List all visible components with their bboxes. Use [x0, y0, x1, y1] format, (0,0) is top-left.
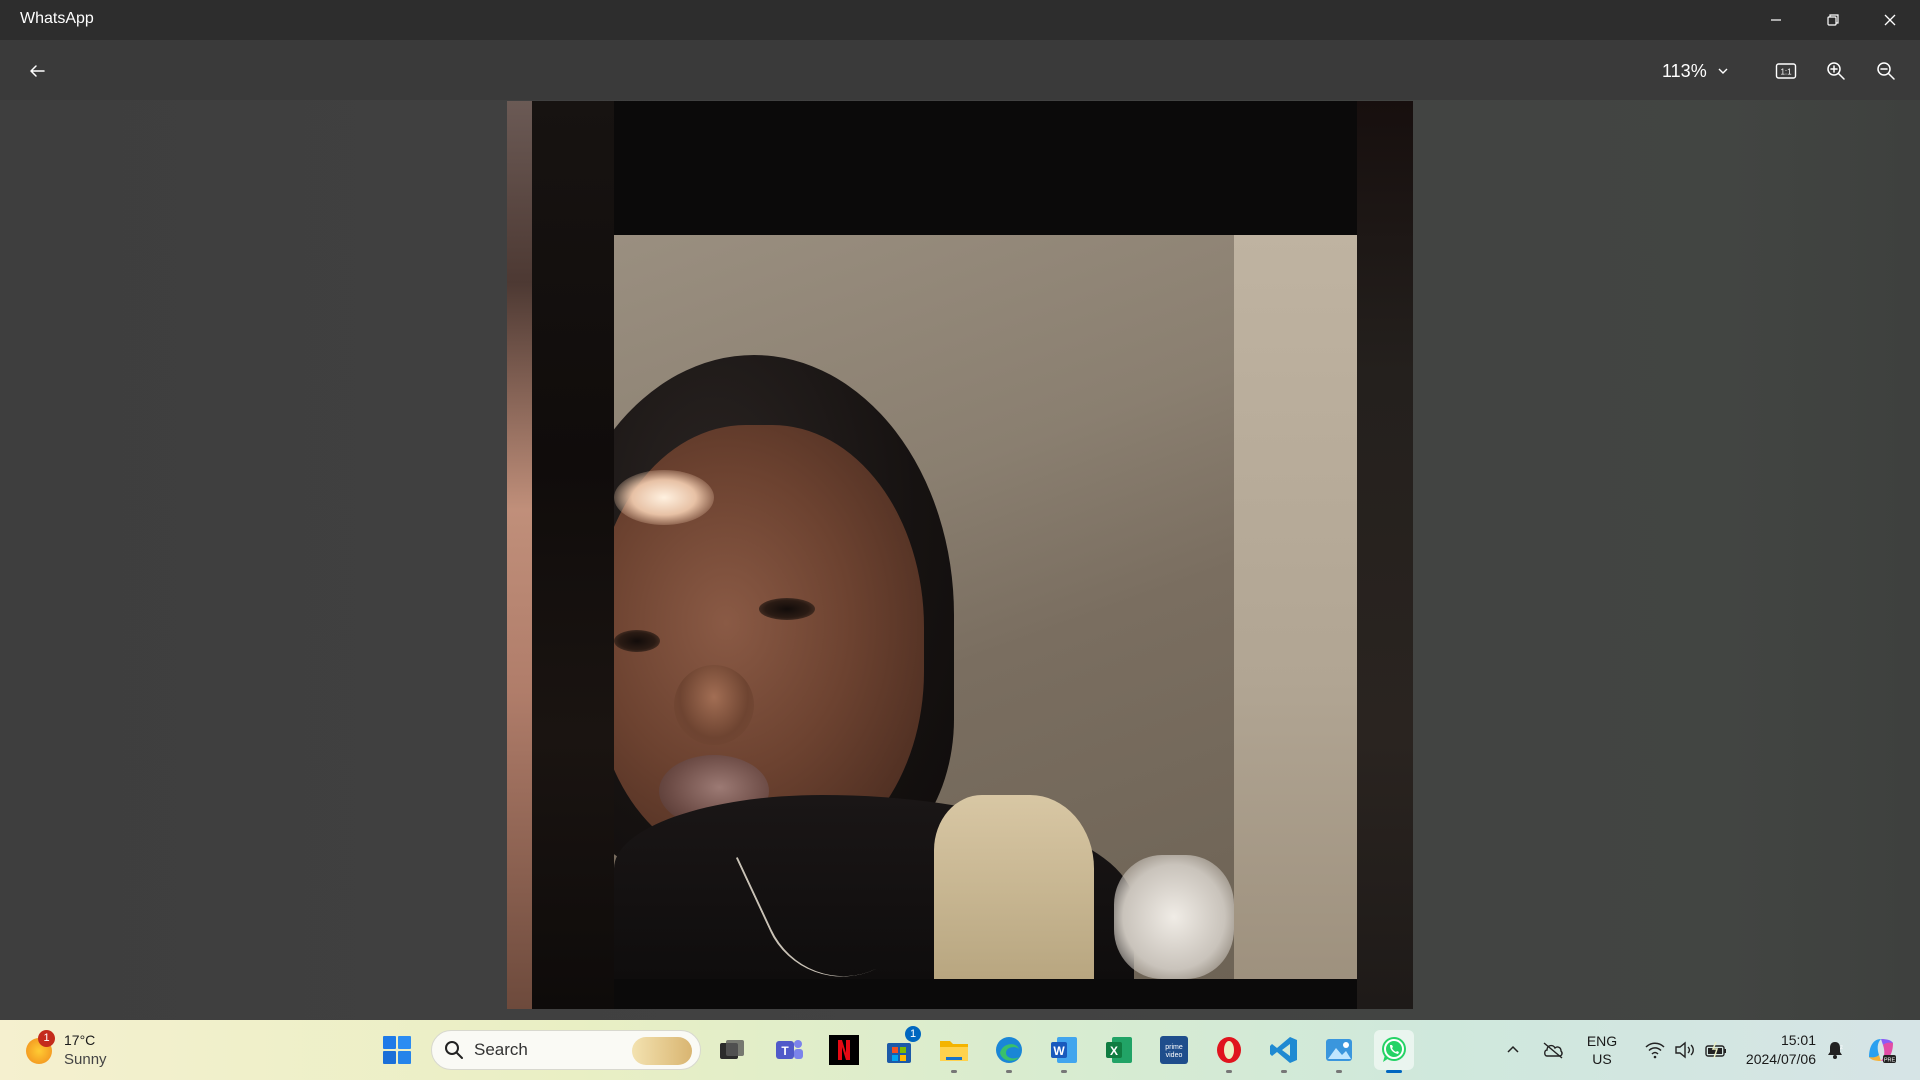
- start-button[interactable]: [377, 1030, 417, 1070]
- actual-size-icon: 1:1: [1775, 63, 1797, 79]
- photo-eye-right: [759, 598, 815, 620]
- selfie-image: [614, 235, 1357, 979]
- taskbar-excel[interactable]: X: [1099, 1030, 1139, 1070]
- photo-light-glare: [614, 470, 714, 525]
- excel-icon: X: [1106, 1037, 1132, 1063]
- keyboard-region: US: [1592, 1051, 1612, 1067]
- clock-date: 2024/07/06: [1745, 1051, 1816, 1067]
- wifi-icon: [1645, 1042, 1665, 1059]
- taskbar-opera[interactable]: [1209, 1030, 1249, 1073]
- weather-temperature: 17°C: [64, 1032, 96, 1048]
- clock-time: 15:01: [1780, 1032, 1816, 1048]
- svg-text:W: W: [1053, 1044, 1065, 1058]
- zoom-in-button[interactable]: [1818, 54, 1854, 88]
- whatsapp-icon: [1382, 1037, 1406, 1062]
- quick-settings[interactable]: [1636, 1030, 1736, 1070]
- zoom-level: 113%: [1662, 60, 1707, 81]
- taskbar-whatsapp[interactable]: [1374, 1030, 1414, 1073]
- svg-text:prime: prime: [1165, 1044, 1183, 1051]
- copilot-icon: PRE: [1869, 1039, 1896, 1063]
- weather-widget[interactable]: 1 17°C Sunny: [26, 1028, 126, 1072]
- taskbar-edge[interactable]: [989, 1030, 1029, 1073]
- taskbar-word[interactable]: W: [1044, 1030, 1084, 1073]
- actual-size-button[interactable]: 1:1: [1768, 54, 1804, 88]
- viewer-toolbar: 113% 1:1: [0, 40, 1920, 100]
- photo-eye-left: [614, 630, 660, 652]
- folder-icon: [940, 1041, 968, 1061]
- word-icon: W: [1051, 1037, 1077, 1063]
- window-title: WhatsApp: [20, 10, 94, 27]
- teams-icon: T: [776, 1040, 803, 1059]
- vscode-icon: [1270, 1037, 1297, 1063]
- restore-icon: [1827, 14, 1839, 26]
- minimize-button[interactable]: [1748, 0, 1804, 40]
- language-indicator[interactable]: ENG US: [1580, 1030, 1624, 1070]
- svg-text:T: T: [781, 1044, 789, 1058]
- volume-icon: [1675, 1041, 1694, 1059]
- photo-background-panel: [1234, 235, 1357, 979]
- language-code: ENG: [1586, 1033, 1618, 1049]
- battery-charging-icon: [1705, 1041, 1726, 1059]
- chevron-down-icon: [1718, 68, 1728, 74]
- taskbar-microsoft-store[interactable]: 1: [879, 1026, 921, 1070]
- cloud-offline-icon: [1543, 1042, 1563, 1059]
- photo[interactable]: [507, 101, 1413, 1009]
- zoom-out-button[interactable]: [1868, 54, 1904, 88]
- restore-button[interactable]: [1805, 0, 1861, 40]
- back-button[interactable]: [20, 54, 54, 88]
- onedrive-status[interactable]: [1538, 1030, 1568, 1070]
- photo-bottom-bar: [614, 979, 1357, 1009]
- taskbar-netflix[interactable]: [824, 1030, 864, 1070]
- weather-condition: Sunny: [64, 1051, 107, 1068]
- photo-jacket: [934, 795, 1094, 979]
- image-viewer[interactable]: [0, 100, 1920, 1020]
- store-badge: 1: [905, 1026, 921, 1042]
- prime-video-icon: primevideo: [1160, 1036, 1188, 1064]
- taskbar-vscode[interactable]: [1264, 1030, 1304, 1073]
- taskbar-teams[interactable]: T: [769, 1030, 809, 1070]
- netflix-icon: [829, 1035, 859, 1065]
- taskbar-clock[interactable]: 15:01 2024/07/06: [1730, 1030, 1816, 1070]
- svg-text:video: video: [1166, 1052, 1183, 1059]
- photo-top-bar: [614, 101, 1357, 235]
- zoom-out-icon: [1877, 62, 1895, 80]
- taskbar-search[interactable]: Search: [431, 1030, 701, 1070]
- task-view-icon: [720, 1040, 744, 1059]
- zoom-dropdown[interactable]: 113%: [1650, 54, 1750, 88]
- svg-text:X: X: [1110, 1044, 1118, 1058]
- svg-text:PRE: PRE: [1884, 1057, 1896, 1063]
- photo-dark-border: [532, 101, 614, 1009]
- taskbar: 1 17°C Sunny Search T 1 W X prime video …: [0, 1020, 1920, 1080]
- photos-icon: [1326, 1039, 1352, 1061]
- title-bar: WhatsApp: [0, 0, 1920, 40]
- notifications-button[interactable]: z: [1822, 1030, 1848, 1070]
- taskbar-prime-video[interactable]: prime video: [1154, 1030, 1194, 1070]
- chevron-up-icon: [1507, 1045, 1519, 1053]
- weather-badge: 1: [38, 1030, 55, 1047]
- search-icon: [445, 1041, 463, 1059]
- photo-edge-left: [507, 101, 532, 1009]
- search-highlight-image: [632, 1037, 692, 1065]
- minimize-icon: [1771, 19, 1781, 21]
- taskbar-file-explorer[interactable]: [934, 1030, 974, 1073]
- close-button[interactable]: [1862, 0, 1918, 40]
- svg-text:1:1: 1:1: [1780, 68, 1792, 77]
- svg-text:z: z: [1840, 1045, 1843, 1051]
- taskbar-photos[interactable]: [1319, 1030, 1359, 1073]
- taskbar-task-view[interactable]: [712, 1030, 752, 1070]
- photo-bright-area: [1114, 855, 1234, 979]
- windows-logo-icon: [383, 1036, 411, 1064]
- photo-edge-right: [1357, 101, 1413, 1009]
- copilot-button[interactable]: PRE: [1862, 1030, 1900, 1070]
- arrow-left-icon: [30, 65, 45, 77]
- photo-nose: [674, 665, 754, 745]
- opera-icon: [1217, 1037, 1241, 1063]
- show-hidden-icons-button[interactable]: [1500, 1030, 1526, 1070]
- bell-snooze-icon: z: [1828, 1042, 1843, 1059]
- close-icon: [1884, 14, 1896, 26]
- zoom-in-icon: [1827, 62, 1845, 80]
- edge-icon: [996, 1037, 1022, 1063]
- search-placeholder: Search: [474, 1040, 528, 1059]
